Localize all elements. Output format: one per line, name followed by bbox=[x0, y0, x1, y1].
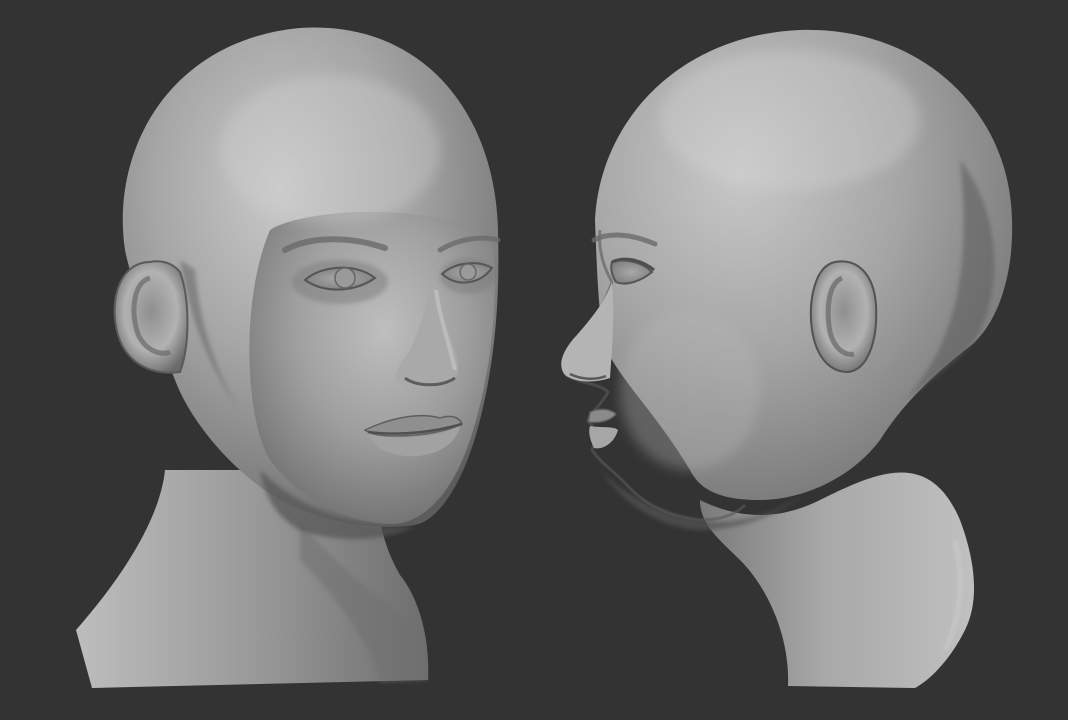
neck-right bbox=[700, 472, 975, 688]
crown-highlight-right bbox=[660, 50, 920, 190]
lower-lip-right bbox=[589, 426, 618, 449]
sculpt-viewport bbox=[0, 0, 1068, 720]
iris-left-b bbox=[459, 263, 477, 281]
ear-left bbox=[113, 260, 189, 374]
upper-lip-right bbox=[587, 408, 617, 424]
head-profile-view bbox=[561, 29, 1013, 688]
viewport-canvas bbox=[76, 27, 1013, 688]
ear-right bbox=[809, 260, 878, 374]
forehead-highlight-left bbox=[220, 75, 440, 225]
nose-right bbox=[561, 282, 614, 382]
cheek-highlight-right bbox=[620, 310, 760, 470]
head-three-quarter-view bbox=[76, 27, 501, 688]
iris-left-a bbox=[334, 267, 356, 289]
